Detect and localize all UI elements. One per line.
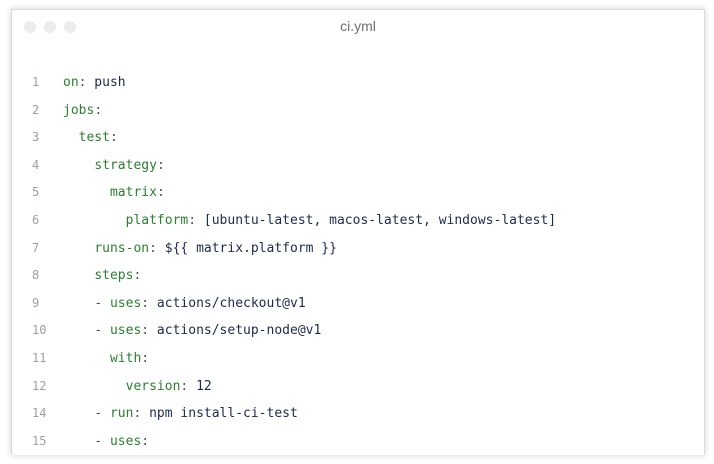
line-content: platform: [ubuntu-latest, macos-latest, … [63, 207, 556, 235]
code-line[interactable]: 6 platform: [ubuntu-latest, macos-latest… [12, 207, 704, 235]
yaml-key: on [63, 75, 79, 90]
line-number: 11 [32, 350, 47, 365]
line-content: test: [63, 124, 118, 152]
line-number: 5 [32, 185, 40, 200]
yaml-key: uses [109, 295, 142, 311]
list-dash: - [94, 323, 110, 339]
yaml-colon: : [133, 268, 142, 284]
line-number: 7 [32, 240, 40, 255]
line-content: - uses: actions/checkout@v1 [63, 290, 306, 318]
yaml-colon: : [141, 323, 150, 339]
yaml-key: run [109, 406, 134, 422]
yaml-value: push [86, 75, 126, 90]
yaml-value: actions/setup-node@v1 [149, 323, 322, 339]
code-line[interactable]: 12 version: 12 [12, 373, 704, 401]
line-content: jobs: [63, 97, 102, 125]
code-line[interactable]: 5 matrix: [12, 179, 704, 207]
yaml-colon: : [109, 130, 118, 146]
line-number: 3 [32, 130, 40, 145]
code-line[interactable]: 3 test: [12, 124, 704, 152]
line-content: - uses: actions/setup-node@v1 [63, 317, 321, 345]
line-content: version: 12 [63, 373, 212, 401]
yaml-key: uses [109, 433, 142, 449]
line-number: 6 [32, 212, 40, 227]
line-number: 12 [32, 378, 47, 393]
line-content: strategy: [63, 152, 165, 180]
code-line[interactable]: 1 on: push [12, 69, 704, 97]
yaml-key: steps [94, 268, 134, 284]
code-line[interactable]: 15 - uses: [12, 428, 704, 455]
line-content: with: [63, 345, 149, 373]
line-content: runs-on: ${{ matrix.platform }} [63, 235, 337, 263]
yaml-colon: : [141, 433, 150, 449]
yaml-colon: : [156, 185, 165, 201]
line-content: steps: [63, 262, 141, 290]
line-number: 1 [32, 75, 40, 89]
window-title: ci.yml [340, 18, 376, 34]
yaml-colon: : [141, 350, 150, 366]
line-number: 10 [32, 323, 47, 338]
yaml-key: jobs [63, 102, 95, 118]
yaml-value: [ubuntu-latest, macos-latest, windows-la… [196, 212, 557, 228]
yaml-colon: : [94, 102, 103, 118]
yaml-key: with [109, 350, 142, 366]
line-number: 14 [32, 406, 47, 421]
yaml-key: strategy [94, 157, 157, 173]
yaml-colon: : [188, 212, 197, 228]
yaml-value: npm install-ci-test [141, 406, 298, 422]
line-number: 2 [32, 102, 40, 117]
yaml-key: matrix [109, 185, 157, 201]
line-content: - run: npm install-ci-test [63, 400, 298, 428]
yaml-key: uses [109, 323, 142, 339]
line-content: on: push [63, 69, 126, 97]
code-line[interactable]: 2 jobs: [12, 97, 704, 125]
line-content: matrix: [63, 179, 165, 207]
code-area[interactable]: 1 on: push 2 jobs: 3 test: 4 strategy: 5 matri… [12, 69, 704, 455]
code-line[interactable]: 14 - run: npm install-ci-test [12, 400, 704, 428]
yaml-key: version [125, 378, 181, 394]
title-bar: ci.yml [12, 10, 704, 44]
code-line[interactable]: 9 - uses: actions/checkout@v1 [12, 290, 704, 318]
list-dash: - [94, 406, 110, 422]
line-number: 4 [32, 157, 40, 172]
yaml-key: runs-on [94, 240, 150, 256]
code-line[interactable]: 4 strategy: [12, 152, 704, 180]
yaml-colon: : [156, 157, 165, 173]
code-line[interactable]: 7 runs-on: ${{ matrix.platform }} [12, 235, 704, 263]
yaml-value: ${{ matrix.platform }} [156, 240, 337, 256]
yaml-value: actions/checkout@v1 [149, 295, 306, 311]
yaml-colon: : [149, 240, 157, 256]
yaml-value: 12 [188, 378, 212, 394]
yaml-key: test [78, 130, 110, 146]
line-number: 8 [32, 268, 40, 283]
editor-window: ci.yml 1 on: push 2 jobs: 3 test: 4 strategy:… [11, 9, 705, 455]
code-line[interactable]: 8 steps: [12, 262, 704, 290]
list-dash: - [94, 433, 110, 449]
code-line[interactable]: 10 - uses: actions/setup-node@v1 [12, 317, 704, 345]
line-content: - uses: [63, 428, 149, 455]
line-number: 9 [32, 295, 40, 310]
list-dash: - [94, 295, 110, 311]
code-line[interactable]: 11 with: [12, 345, 704, 373]
line-number: 15 [32, 433, 47, 448]
yaml-colon: : [141, 295, 150, 311]
yaml-key: platform [125, 212, 189, 228]
